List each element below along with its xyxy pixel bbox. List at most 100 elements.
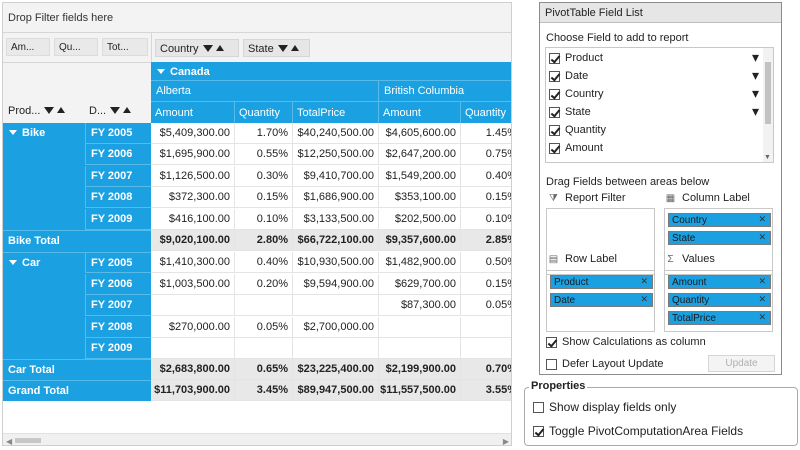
close-x-icon[interactable]: ✕ [758,214,766,225]
scroll-down-icon[interactable]: ▼ [764,154,771,161]
value-cell[interactable]: $372,300.00 [151,187,235,208]
horizontal-scrollbar[interactable]: ◀ ▶ [3,433,511,445]
value-cell[interactable]: 2.80% [235,230,293,251]
value-cell[interactable]: $1,482,900.00 [379,252,461,273]
value-cell[interactable]: $9,594,900.00 [293,274,379,295]
value-cell[interactable]: 3.55% [461,380,511,401]
value-cell[interactable]: $1,410,300.00 [151,252,235,273]
chip-date[interactable]: Date ✕ [550,293,653,307]
value-cell[interactable]: $11,557,500.00 [379,380,461,401]
scrollbar-thumb[interactable] [765,62,771,124]
value-cell[interactable]: $12,250,500.00 [293,144,379,165]
value-cell[interactable]: $11,703,900.00 [151,380,235,401]
value-cell[interactable]: 0.20% [235,274,293,295]
value-cell[interactable]: $353,100.00 [379,187,461,208]
value-cell[interactable] [379,338,461,359]
value-cell[interactable]: 0.15% [235,187,293,208]
chevron-down-icon[interactable]: ▾ [752,49,759,66]
checkbox-box[interactable] [549,88,560,100]
scrollbar-thumb[interactable] [15,438,41,443]
checkbox-box[interactable] [549,70,560,82]
row-header-date[interactable]: FY 2008 [85,187,151,208]
sort-asc-icon[interactable] [123,107,132,114]
checkbox-box[interactable] [546,336,557,348]
close-x-icon[interactable]: ✕ [758,276,766,287]
toggle-computation-area-checkbox[interactable]: Toggle PivotComputationArea Fields [533,424,743,438]
value-cell[interactable]: $87,300.00 [379,295,461,316]
value-cell[interactable]: $1,686,900.00 [293,187,379,208]
row-header-bike-total[interactable]: Bike Total [3,230,151,251]
value-cell[interactable]: $9,357,600.00 [379,230,461,251]
value-cell[interactable]: $2,700,000.00 [293,317,379,338]
value-cell[interactable]: 0.40% [461,166,511,187]
value-cell[interactable]: $3,133,500.00 [293,209,379,230]
row-field-product[interactable]: Prod... [8,101,80,121]
value-cell[interactable]: $202,500.00 [379,209,461,230]
value-cell[interactable]: $2,647,200.00 [379,144,461,165]
value-cell[interactable] [461,317,511,338]
row-header-car[interactable]: Car [3,252,85,359]
checkbox-box[interactable] [546,358,557,370]
close-x-icon[interactable]: ✕ [758,312,766,323]
value-cell[interactable]: 0.55% [235,144,293,165]
value-cell[interactable] [235,338,293,359]
funnel-icon[interactable] [110,106,121,114]
row-header-grand-total[interactable]: Grand Total [3,380,151,401]
chevron-down-icon[interactable]: ▾ [752,67,759,84]
funnel-icon[interactable] [277,44,288,52]
field-item[interactable]: Date ▾ [549,67,759,87]
column-header-alberta[interactable]: Alberta [151,81,379,101]
checkbox-box[interactable] [549,52,560,64]
close-x-icon[interactable]: ✕ [640,294,648,305]
value-cell[interactable]: 0.05% [461,295,511,316]
checkbox-box[interactable] [549,106,560,118]
value-cell[interactable]: $10,930,500.00 [293,252,379,273]
value-cell[interactable]: 0.65% [235,359,293,380]
chip-country[interactable]: Country ✕ [668,213,771,227]
value-cell[interactable] [151,338,235,359]
value-button-totalprice[interactable]: Tot... [102,38,148,56]
close-x-icon[interactable]: ✕ [758,294,766,305]
row-header-date[interactable]: FY 2007 [85,295,151,316]
value-cell[interactable] [235,295,293,316]
column-header-country[interactable]: Canada [151,62,511,81]
value-cell[interactable]: 1.70% [235,123,293,144]
show-calculations-checkbox[interactable]: Show Calculations as column [546,336,706,348]
value-cell[interactable]: 0.50% [461,252,511,273]
defer-layout-checkbox[interactable]: Defer Layout Update [546,358,664,370]
value-cell[interactable]: $2,683,800.00 [151,359,235,380]
chip-amount[interactable]: Amount ✕ [668,275,771,289]
field-item[interactable]: Country ▾ [549,85,759,105]
row-field-date[interactable]: D... [89,101,149,121]
value-cell[interactable] [293,338,379,359]
values-zone[interactable]: Amount ✕ Quantity ✕ TotalPrice ✕ [664,270,773,332]
value-cell[interactable]: $5,409,300.00 [151,123,235,144]
scroll-right-icon[interactable]: ▶ [503,437,509,445]
value-cell[interactable] [151,295,235,316]
row-label-zone[interactable]: Product ✕ Date ✕ [546,270,655,332]
close-x-icon[interactable]: ✕ [758,232,766,243]
value-cell[interactable]: $1,695,900.00 [151,144,235,165]
chevron-down-icon[interactable]: ▾ [752,85,759,102]
value-cell[interactable]: $9,020,100.00 [151,230,235,251]
value-cell[interactable]: 0.15% [461,274,511,295]
row-header-date[interactable]: FY 2008 [85,317,151,338]
value-cell[interactable]: $1,003,500.00 [151,274,235,295]
column-header-british-columbia[interactable]: British Columbia [379,81,511,101]
filter-drop-area[interactable]: Drop Filter fields here [3,3,511,33]
value-cell[interactable]: 0.10% [461,209,511,230]
field-item[interactable]: Quantity [549,124,759,141]
funnel-icon[interactable] [44,106,55,114]
funnel-icon[interactable] [202,44,213,52]
scroll-left-icon[interactable]: ◀ [6,437,12,445]
show-display-fields-checkbox[interactable]: Show display fields only [533,400,676,414]
checkbox-box[interactable] [549,142,560,154]
value-cell[interactable]: 2.85% [461,230,511,251]
collapse-triangle-icon[interactable] [9,260,17,265]
value-cell[interactable]: 0.10% [235,209,293,230]
sort-asc-icon[interactable] [290,45,299,52]
value-cell[interactable] [379,317,461,338]
checkbox-box[interactable] [533,426,544,438]
chip-quantity[interactable]: Quantity ✕ [668,293,771,307]
chip-totalprice[interactable]: TotalPrice ✕ [668,311,771,325]
